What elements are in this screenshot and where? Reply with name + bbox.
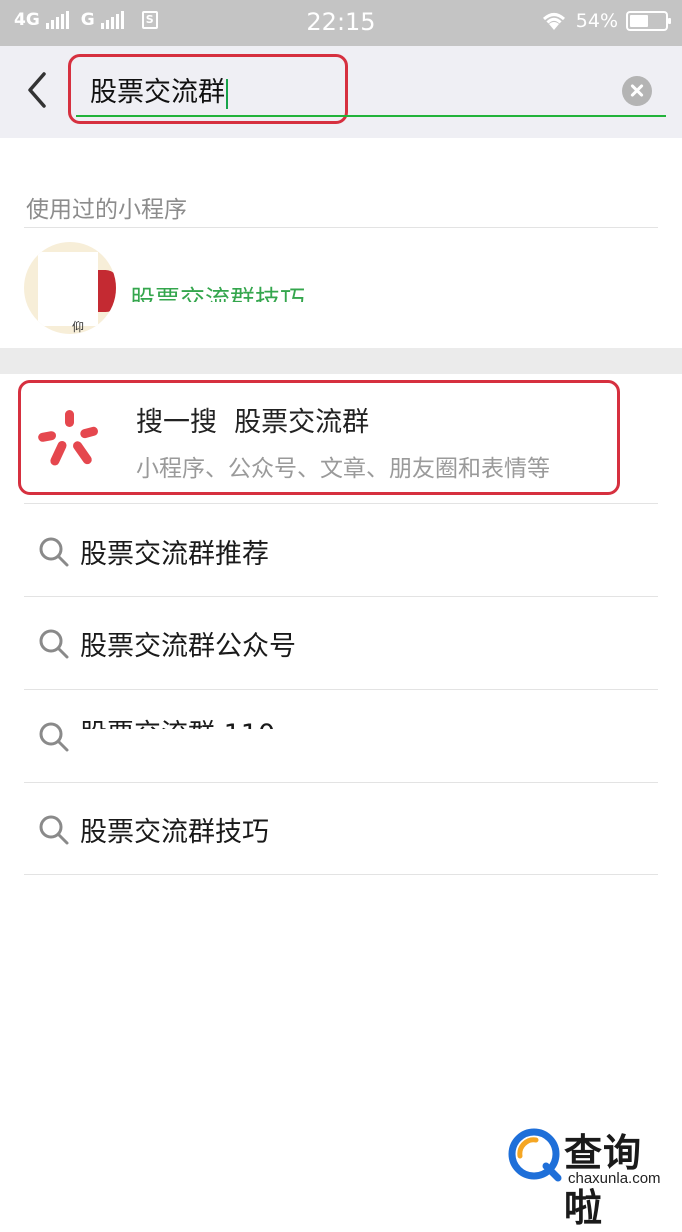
- souyisou-label: 搜一搜: [136, 407, 217, 438]
- mini-program-name: 股票交流群技巧: [130, 285, 306, 302]
- search-query-text: 股票交流群: [90, 77, 225, 108]
- suggestion-text: 股票交流群推荐: [80, 539, 269, 570]
- search-icon: [39, 722, 69, 752]
- souyisou-item[interactable]: 搜一搜 股票交流群: [136, 400, 369, 439]
- mini-program-avatar: 仰: [24, 242, 116, 334]
- section-separator: [0, 348, 682, 374]
- watermark: 查询啦 chaxunla.com: [506, 1126, 678, 1230]
- section-title-used-mini-programs: 使用过的小程序: [26, 197, 187, 223]
- suggestion-text: 股票交流群 110: [80, 707, 275, 729]
- status-bar: 4G G S 22:15 54%: [0, 0, 682, 46]
- suggestion-item[interactable]: 股票交流群技巧: [24, 784, 658, 876]
- back-arrow-icon[interactable]: [18, 68, 58, 112]
- search-icon: [39, 815, 69, 845]
- watermark-logo-icon: [508, 1128, 562, 1182]
- suggestion-item[interactable]: 股票交流群 110: [24, 691, 658, 783]
- status-right: 54%: [540, 10, 671, 32]
- divider: [24, 689, 658, 690]
- divider: [24, 503, 658, 504]
- suggestion-text: 股票交流群公众号: [80, 631, 296, 662]
- clear-icon[interactable]: [622, 76, 652, 106]
- search-icon: [39, 537, 69, 567]
- search-underline: [76, 115, 666, 117]
- battery-icon: [626, 11, 671, 31]
- divider: [24, 596, 658, 597]
- mini-program-item[interactable]: 仰 股票交流群技巧: [24, 240, 658, 346]
- search-header: 股票交流群: [0, 46, 682, 138]
- divider: [24, 782, 658, 783]
- suggestion-item[interactable]: 股票交流群推荐: [24, 506, 658, 598]
- text-caret: [226, 78, 228, 109]
- search-input[interactable]: 股票交流群: [90, 76, 228, 110]
- suggestion-text: 股票交流群技巧: [80, 817, 269, 848]
- search-icon: [39, 629, 69, 659]
- battery-percent: 54%: [575, 10, 618, 32]
- watermark-url: chaxunla.com: [568, 1170, 661, 1187]
- divider: [24, 227, 658, 228]
- souyisou-query: 股票交流群: [234, 407, 370, 438]
- divider: [24, 874, 658, 875]
- suggestion-item[interactable]: 股票交流群公众号: [24, 598, 658, 690]
- wifi-icon: [542, 13, 565, 30]
- souyisou-icon: [38, 410, 98, 466]
- souyisou-subtitle: 小程序、公众号、文章、朋友圈和表情等: [136, 456, 550, 482]
